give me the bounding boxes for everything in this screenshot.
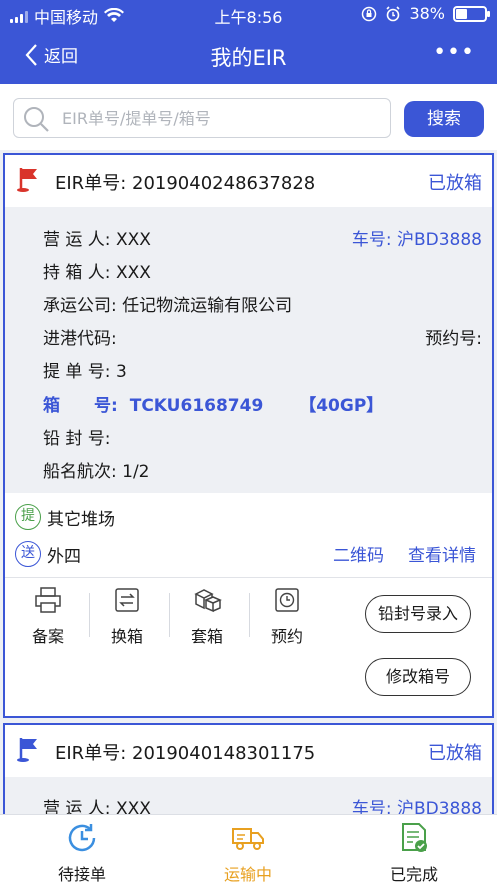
card-actions: 备案 换箱 套箱 预约 铅封号录入 修改箱号 xyxy=(5,585,492,715)
card-header: EIR单号: 2019040148301175 已放箱 xyxy=(5,725,492,777)
status-badge: 已放箱 xyxy=(428,173,482,194)
tab-pending[interactable]: 待接单 xyxy=(22,821,142,883)
card-details: 营 运 人: XXX 车号: 沪BD3888 持 箱 人: XXX 承运公司: … xyxy=(5,207,492,493)
nav-bar: 返回 我的EIR ••• xyxy=(0,28,497,84)
edit-box-button[interactable]: 修改箱号 xyxy=(365,658,471,696)
flag-icon xyxy=(17,738,37,762)
search-input[interactable] xyxy=(62,105,382,131)
box-number-field: 箱 号: TCKU6168749 【40GP】 xyxy=(43,391,383,416)
action-label: 预约 xyxy=(270,627,303,646)
printer-icon xyxy=(35,587,61,613)
swap-icon xyxy=(115,588,139,612)
drop-site: 送 外四 xyxy=(15,541,81,567)
pickup-site: 提 其它堆场 xyxy=(15,504,115,530)
divider xyxy=(5,577,492,578)
truck-icon xyxy=(232,828,264,850)
drop-site-label: 外四 xyxy=(47,546,81,567)
search-button[interactable]: 搜索 xyxy=(404,101,484,137)
battery-percent: 38% xyxy=(409,4,445,23)
search-icon xyxy=(24,107,49,132)
tab-completed[interactable]: 已完成 xyxy=(354,821,474,883)
card-header: EIR单号: 2019040248637828 已放箱 xyxy=(5,155,492,207)
view-details-link[interactable]: 查看详情 xyxy=(408,541,476,566)
clock-icon xyxy=(275,588,299,612)
action-label: 换箱 xyxy=(110,627,143,646)
tab-label: 运输中 xyxy=(223,865,272,883)
box-number: TCKU6168749 xyxy=(129,396,264,416)
more-menu-button[interactable]: ••• xyxy=(433,40,475,65)
bl-number-field: 提 单 号: 3 xyxy=(43,362,127,382)
drop-badge-icon: 送 xyxy=(15,541,41,567)
carrier-company-field: 承运公司: 任记物流运输有限公司 xyxy=(43,296,293,316)
search-box xyxy=(13,98,391,138)
qr-code-link[interactable]: 二维码 xyxy=(333,541,384,566)
seal-entry-button[interactable]: 铅封号录入 xyxy=(365,595,471,633)
eir-card[interactable]: EIR单号: 2019040248637828 已放箱 营 运 人: XXX 车… xyxy=(3,153,494,718)
plate-field: 车号: 沪BD3888 xyxy=(351,230,482,250)
action-appointment[interactable]: 预约 xyxy=(247,585,327,647)
pickup-badge-icon: 提 xyxy=(15,504,41,530)
action-swap-box[interactable]: 换箱 xyxy=(87,585,167,647)
eir-card[interactable]: EIR单号: 2019040148301175 已放箱 营 运 人: XXX 车… xyxy=(3,723,494,823)
battery-icon xyxy=(453,5,490,22)
box-type: 【40GP】 xyxy=(299,396,384,416)
tab-in-transit[interactable]: 运输中 xyxy=(188,821,308,883)
box-label: 箱 号: xyxy=(43,396,118,416)
search-bar: 搜索 xyxy=(0,84,497,150)
status-badge: 已放箱 xyxy=(428,743,482,764)
booking-number-field: 预约号: xyxy=(425,329,482,349)
document-check-icon xyxy=(402,823,427,852)
action-label: 套箱 xyxy=(190,627,223,646)
tab-label: 待接单 xyxy=(57,865,106,883)
operator-field: 营 运 人: XXX xyxy=(43,230,151,250)
refresh-clock-icon xyxy=(68,824,96,852)
voyage-field: 船名航次: 1/2 xyxy=(43,462,150,482)
rotation-lock-icon xyxy=(362,6,377,21)
flag-icon xyxy=(17,168,37,192)
page-title: 我的EIR xyxy=(210,46,287,70)
status-bar: 中国移动 上午8:56 38% xyxy=(0,0,497,28)
holder-field: 持 箱 人: XXX xyxy=(43,263,151,283)
port-code-field: 进港代码: xyxy=(43,329,117,349)
eir-label: EIR单号: xyxy=(55,743,127,764)
tab-label: 已完成 xyxy=(389,865,438,883)
seal-number-field: 铅 封 号: xyxy=(43,429,111,449)
pickup-site-label: 其它堆场 xyxy=(47,509,115,530)
eir-number: 2019040148301175 xyxy=(132,743,316,764)
boxes-icon xyxy=(194,589,222,613)
action-stack-box[interactable]: 套箱 xyxy=(167,585,247,647)
eir-label: EIR单号: xyxy=(55,173,127,194)
alarm-icon xyxy=(386,5,401,21)
tab-bar: 待接单 运输中 已完成 xyxy=(0,814,497,883)
action-label: 备案 xyxy=(31,627,64,646)
eir-number: 2019040248637828 xyxy=(132,173,316,194)
action-file[interactable]: 备案 xyxy=(8,585,88,647)
